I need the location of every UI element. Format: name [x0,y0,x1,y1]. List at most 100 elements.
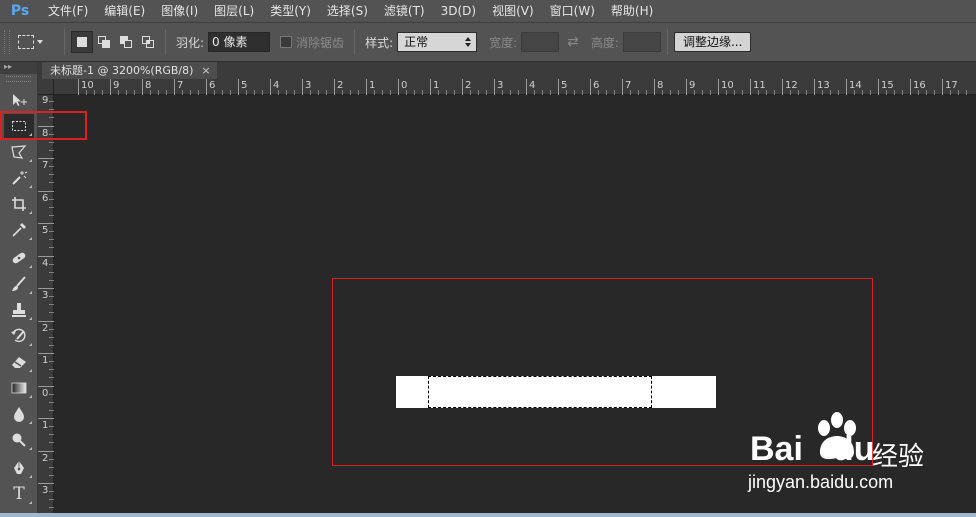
style-select-value: 正常 [404,35,429,49]
menu-item[interactable]: 滤镜(T) [376,0,433,22]
ruler-minor-tick [454,90,455,95]
ruler-minor-tick [950,90,951,95]
ruler-minor-tick [49,239,54,240]
ruler-tick [38,320,54,322]
ruler-minor-tick [49,214,54,216]
eraser-tool[interactable] [4,350,34,374]
vertical-ruler[interactable]: 98765432101234 [38,93,54,517]
brush-icon [12,276,26,291]
ruler-tick [654,79,655,95]
ruler-tick [38,353,54,354]
ruler-minor-tick [246,90,247,95]
ruler-minor-tick [49,328,54,330]
antialias-checkbox[interactable] [280,36,293,48]
ruler-tick [462,79,463,95]
ruler-tick [38,483,54,484]
document-tab-title: 未标题-1 @ 3200%(RGB/8) [50,64,194,77]
refine-edge-button[interactable]: 调整边缘... [673,32,752,52]
ruler-tick [814,79,815,95]
dodge-tool[interactable] [4,428,34,452]
ruler-label: 16 [913,80,926,91]
highlight-marquee-tool [0,111,87,140]
options-grip[interactable] [4,30,10,54]
menu-item[interactable]: 3D(D) [433,0,484,22]
menu-item[interactable]: 帮助(H) [603,0,661,22]
ruler-minor-tick [49,426,54,427]
height-input[interactable] [622,32,661,52]
menu-item[interactable]: 编辑(E) [96,0,153,22]
status-strip [0,513,976,517]
options-bar: 羽化: 0 像素 消除锯齿 样式: 正常 宽度: ⇄ 高度: 调整边缘... [0,22,976,62]
width-label: 宽度: [489,35,518,50]
menu-item[interactable]: 图像(I) [153,0,206,22]
menu-item[interactable]: 文件(F) [40,0,96,22]
ruler-minor-tick [262,90,263,95]
style-select[interactable]: 正常 [397,32,478,52]
magic-wand-tool[interactable] [4,166,34,190]
ruler-minor-tick [49,279,54,281]
swap-dimensions-icon[interactable]: ⇄ [567,34,579,50]
toolbox-grip[interactable] [6,76,31,82]
feather-input[interactable]: 0 像素 [208,32,271,52]
watermark-url: jingyan.baidu.com [748,472,894,492]
subtract-from-selection-button[interactable] [115,31,137,53]
menu-item[interactable]: 窗口(W) [542,0,603,22]
ruler-minor-tick [918,90,919,95]
clone-stamp-tool[interactable] [4,298,34,322]
gradient-tool[interactable] [4,376,34,400]
ruler-origin[interactable] [38,79,54,95]
ruler-minor-tick [678,90,679,95]
add-selection-icon [98,36,110,48]
history-brush-tool[interactable] [4,324,34,348]
horizontal-ruler[interactable]: 10 9 8 7 6 5 4 3 2 1 0 1 2 3 4 5 6 7 8 9 10 11 12 13 14 15 16 17 [38,79,976,95]
ruler-minor-tick [310,90,311,95]
ruler-label: 10 [81,80,94,91]
ruler-minor-tick [902,90,903,95]
brush-tool[interactable] [4,272,34,296]
blur-tool[interactable] [4,402,34,426]
intersect-selection-button[interactable] [137,31,159,53]
menu-item[interactable]: 图层(L) [206,0,262,22]
ruler-minor-tick [550,90,551,95]
menu-item[interactable]: 视图(V) [484,0,542,22]
ruler-label: 3 [42,290,49,301]
tool-preset-picker[interactable] [18,29,58,55]
type-tool[interactable]: T [4,482,34,506]
ruler-tick [334,79,335,95]
menu-bar: Ps 文件(F) 编辑(E) 图像(I) 图层(L) 类型(Y) 选择(S) 滤镜(T) 3D… [0,0,976,22]
ruler-minor-tick [49,263,54,265]
pen-tool[interactable] [4,456,34,480]
ruler-minor-tick [49,458,54,460]
ruler-minor-tick [158,90,159,95]
ruler-minor-tick [326,90,327,95]
toolbox-collapse-icon[interactable]: ▸▸ [0,62,37,74]
crop-tool[interactable] [4,192,34,216]
ruler-minor-tick [49,198,54,200]
width-input[interactable] [521,32,560,52]
ruler-minor-tick [534,90,535,95]
ruler-minor-tick [318,90,319,95]
ruler-minor-tick [49,182,54,183]
move-tool[interactable] [4,88,34,112]
lasso-tool[interactable] [4,140,34,164]
ruler-minor-tick [278,90,279,95]
menu-item[interactable]: 类型(Y) [262,0,319,22]
eyedropper-tool[interactable] [4,218,34,242]
ruler-minor-tick [49,434,54,435]
move-icon [13,94,27,106]
ruler-label: 4 [42,257,49,269]
menu-item[interactable]: 选择(S) [319,0,376,22]
ruler-minor-tick [694,90,695,95]
ruler-minor-tick [774,90,775,95]
select-arrows-icon [465,37,472,47]
ruler-label: 12 [785,80,798,91]
add-to-selection-button[interactable] [93,31,115,53]
ruler-label: 15 [881,80,894,91]
document-tab[interactable]: 未标题-1 @ 3200%(RGB/8) × [42,62,217,79]
baidu-watermark: Bai du 经验 jingyan.baidu.com [748,410,976,500]
ruler-minor-tick [49,442,54,443]
ruler-tick [110,79,111,95]
close-icon[interactable]: × [201,62,210,79]
new-selection-button[interactable] [71,31,93,53]
healing-brush-tool[interactable] [4,246,34,270]
